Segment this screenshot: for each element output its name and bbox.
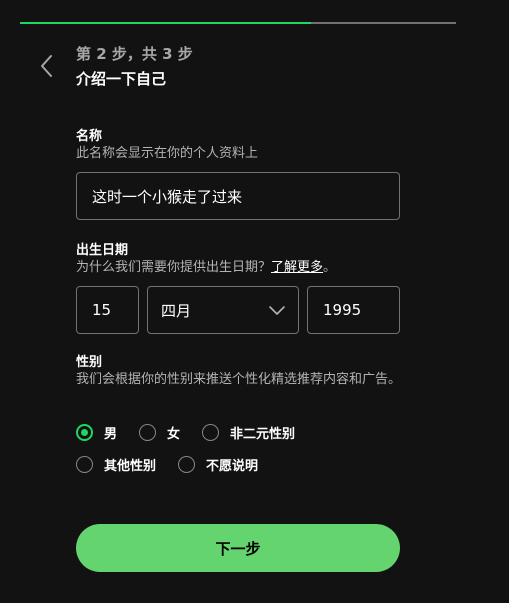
radio-button[interactable]: [139, 424, 157, 441]
step-indicator: 第 2 步，共 3 步: [76, 45, 193, 63]
gender-option-label: 非二元性别: [230, 427, 296, 442]
page-title: 介绍一下自己: [76, 70, 167, 88]
birthdate-label: 出生日期: [76, 243, 129, 258]
gender-option-nonbinary[interactable]: 非二元性别: [202, 423, 295, 442]
progress-bar: [20, 22, 456, 24]
learn-more-link[interactable]: 了解更多: [271, 260, 323, 275]
gender-options-row-2: 其他性别 不愿说明: [76, 455, 280, 474]
name-input[interactable]: 这时一个小猴走了过来: [76, 172, 400, 220]
chevron-left-icon: [41, 55, 52, 77]
birthdate-description-text: 为什么我们需要你提供出生日期？: [76, 260, 272, 275]
gender-option-other[interactable]: 其他性别: [76, 455, 156, 474]
year-input[interactable]: 1995: [307, 286, 400, 334]
chevron-down-icon: [269, 306, 285, 315]
next-button[interactable]: 下一步: [76, 524, 400, 572]
gender-option-label: 女: [167, 427, 181, 442]
gender-option-male[interactable]: 男: [76, 423, 117, 442]
day-input[interactable]: 15: [76, 286, 139, 334]
gender-option-prefer-not-say[interactable]: 不愿说明: [178, 455, 258, 474]
radio-button[interactable]: [178, 456, 196, 473]
radio-button[interactable]: [76, 424, 93, 441]
gender-option-label: 其他性别: [104, 459, 157, 474]
gender-option-label: 不愿说明: [206, 459, 259, 474]
gender-option-female[interactable]: 女: [139, 423, 180, 442]
gender-description: 我们会根据你的性别来推送个性化精选推荐内容和广告。: [76, 372, 402, 387]
progress-bar-fill: [20, 22, 311, 24]
month-select[interactable]: 四月: [147, 286, 299, 334]
radio-button[interactable]: [202, 424, 220, 441]
name-label: 名称: [76, 129, 103, 144]
radio-button[interactable]: [76, 456, 93, 473]
birthdate-description-suffix: 。: [323, 260, 337, 275]
name-description: 此名称会显示在你的个人资料上: [76, 146, 259, 161]
gender-option-label: 男: [104, 427, 118, 442]
gender-options-row-1: 男 女 非二元性别: [76, 423, 317, 442]
month-select-value: 四月: [161, 301, 192, 320]
back-button[interactable]: [34, 52, 62, 80]
birthdate-description: 为什么我们需要你提供出生日期？了解更多。: [76, 258, 336, 278]
gender-label: 性别: [76, 355, 103, 370]
